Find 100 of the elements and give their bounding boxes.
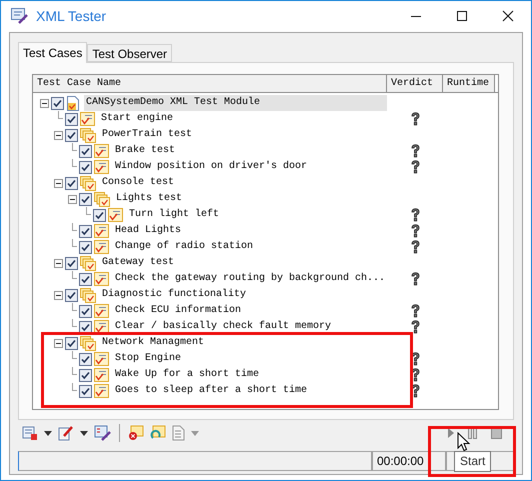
stacked-notes-icon <box>80 336 96 350</box>
test-case-name[interactable]: Stop Engine <box>113 351 182 367</box>
checkbox[interactable] <box>65 288 78 302</box>
stacked-notes-icon <box>80 128 96 142</box>
tree-line <box>72 271 76 279</box>
tree-line <box>72 159 76 167</box>
test-case-name[interactable]: Check the gateway routing by background ch... <box>113 271 386 287</box>
question-mark-icon <box>410 272 420 286</box>
tab[interactable]: Test Observer <box>87 44 172 62</box>
question-mark-icon <box>410 368 420 382</box>
test-case-name[interactable]: Goes to sleep after a short time <box>113 383 308 399</box>
checked-note-icon <box>94 272 109 286</box>
tree-line <box>72 239 76 247</box>
column-header[interactable]: Verdict <box>387 75 443 92</box>
test-case-name[interactable]: Turn light left <box>127 207 220 223</box>
stacked-notes-icon <box>80 256 96 270</box>
checked-note-icon <box>94 352 109 366</box>
pause-icon[interactable] <box>468 428 477 438</box>
test-case-name[interactable]: PowerTrain test <box>100 127 192 143</box>
checkbox[interactable] <box>51 96 64 110</box>
app-icon <box>11 8 29 24</box>
tree-line <box>72 319 76 327</box>
checkbox[interactable] <box>65 112 78 126</box>
question-mark-icon <box>410 208 420 222</box>
checkbox[interactable] <box>79 384 92 398</box>
tree-line <box>72 351 76 359</box>
question-mark-icon <box>410 112 420 126</box>
collapse-icon[interactable] <box>68 194 76 204</box>
checkbox[interactable] <box>79 144 92 158</box>
checkbox[interactable] <box>79 368 92 382</box>
column-header[interactable]: Test Case Name <box>33 75 387 92</box>
test-case-name[interactable]: Diagnostic functionality <box>100 287 246 303</box>
mouse-cursor-icon <box>457 432 471 452</box>
test-case-name[interactable]: Network Managment <box>100 335 204 351</box>
checkbox[interactable] <box>79 192 92 206</box>
collapse-icon[interactable] <box>54 258 62 268</box>
checked-note-icon <box>94 160 109 174</box>
tools-icon[interactable] <box>94 425 111 441</box>
collapse-icon[interactable] <box>54 338 62 348</box>
question-mark-icon <box>410 384 420 398</box>
test-case-name[interactable]: Brake test <box>113 143 176 159</box>
tree-line <box>86 207 90 215</box>
stacked-notes-icon <box>80 288 96 302</box>
tree-line <box>72 223 76 231</box>
checkbox[interactable] <box>79 272 92 286</box>
test-case-name[interactable]: Gateway test <box>100 255 174 271</box>
test-case-name[interactable]: Window position on driver's door <box>113 159 308 175</box>
question-mark-icon <box>410 160 420 174</box>
test-case-name[interactable]: Check ECU information <box>113 303 242 319</box>
checked-note-icon <box>94 368 109 382</box>
checked-note-icon <box>94 384 109 398</box>
test-case-name[interactable]: CANSystemDemo XML Test Module <box>84 95 387 111</box>
checked-note-icon <box>108 208 123 222</box>
checkbox[interactable] <box>65 128 78 142</box>
question-mark-icon <box>410 352 420 366</box>
question-mark-icon <box>410 304 420 318</box>
tab[interactable]: Test Cases <box>18 42 88 63</box>
stacked-notes-icon <box>80 176 96 190</box>
edit-icon[interactable] <box>58 425 74 441</box>
checked-note-icon <box>94 144 109 158</box>
test-case-name[interactable]: Console test <box>100 175 174 191</box>
play-icon[interactable] <box>448 428 454 438</box>
test-case-name[interactable]: Lights test <box>114 191 182 207</box>
test-case-name[interactable]: Head Lights <box>113 223 182 239</box>
dropdown-caret-icon[interactable] <box>80 430 88 436</box>
test-case-name[interactable]: Start engine <box>99 111 174 127</box>
test-case-name[interactable]: Wake Up for a short time <box>113 367 260 383</box>
question-mark-icon <box>410 144 420 158</box>
column-header[interactable]: Runtime <box>443 75 495 92</box>
test-case-name[interactable]: Change of radio station <box>113 239 254 255</box>
checkbox[interactable] <box>65 336 78 350</box>
tooltip: Start <box>454 451 492 472</box>
checkbox[interactable] <box>79 352 92 366</box>
checked-note-icon <box>94 304 109 318</box>
stacked-notes-icon <box>94 192 110 206</box>
collapse-icon[interactable] <box>40 98 48 108</box>
checkbox[interactable] <box>79 240 92 254</box>
delete-note-icon[interactable] <box>128 425 144 441</box>
checkbox[interactable] <box>65 176 78 190</box>
checkbox[interactable] <box>65 256 78 270</box>
checkbox[interactable] <box>93 208 106 222</box>
question-mark-icon <box>410 224 420 238</box>
checkbox[interactable] <box>79 320 92 334</box>
checkbox[interactable] <box>79 224 92 238</box>
question-mark-icon <box>410 320 420 334</box>
refresh-note-icon[interactable] <box>150 425 166 441</box>
collapse-icon[interactable] <box>54 290 62 300</box>
tree-line <box>58 111 62 119</box>
checkbox[interactable] <box>79 160 92 174</box>
collapse-icon[interactable] <box>54 178 62 188</box>
dropdown-caret-icon[interactable] <box>44 430 52 436</box>
tree-line <box>72 303 76 311</box>
checkbox[interactable] <box>79 304 92 318</box>
collapse-icon[interactable] <box>54 130 62 140</box>
question-mark-icon <box>410 240 420 254</box>
document-icon[interactable] <box>172 425 185 441</box>
tree-line <box>72 143 76 151</box>
test-case-name[interactable]: Clear / basically check fault memory <box>113 319 332 335</box>
list-icon[interactable] <box>22 425 38 441</box>
document-icon <box>66 96 80 110</box>
